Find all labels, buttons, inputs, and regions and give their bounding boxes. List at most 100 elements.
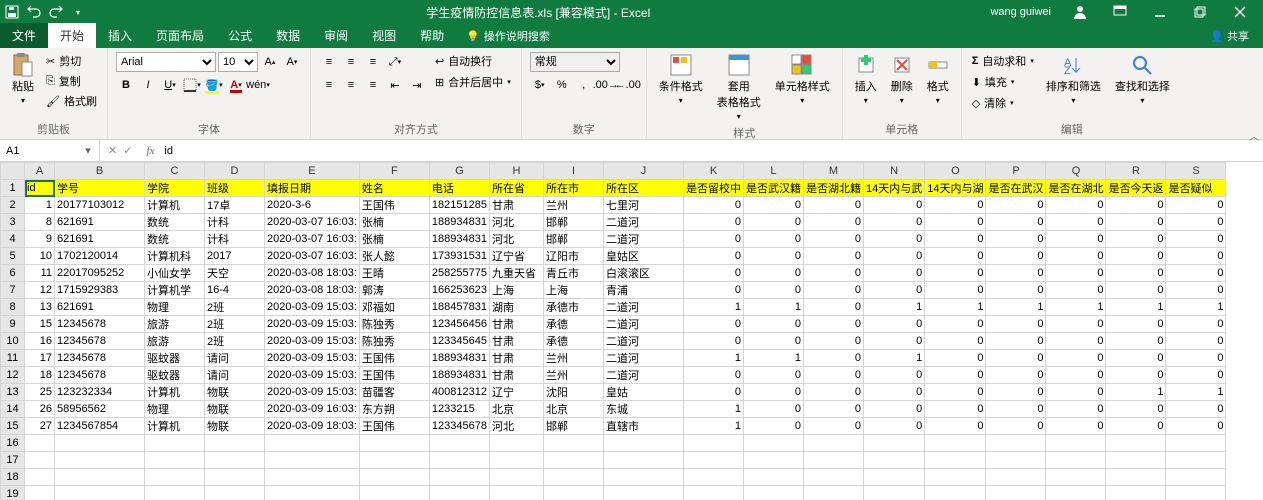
data-cell[interactable]: 188934831 (429, 367, 489, 384)
data-cell[interactable]: 12345678 (55, 333, 145, 350)
grow-font-button[interactable]: A▴ (260, 52, 280, 72)
header-cell[interactable]: 是否在武汉 (986, 180, 1046, 197)
data-cell[interactable]: 0 (1166, 418, 1226, 435)
data-cell[interactable]: 0 (1046, 367, 1106, 384)
data-cell[interactable]: 188934831 (429, 350, 489, 367)
minimize-icon[interactable] (1141, 0, 1179, 24)
italic-button[interactable]: I (138, 75, 158, 95)
data-cell[interactable]: 0 (1106, 401, 1166, 418)
empty-cell[interactable] (55, 486, 145, 500)
column-header[interactable]: I (543, 163, 603, 180)
data-cell[interactable]: 0 (1166, 197, 1226, 214)
empty-cell[interactable] (25, 435, 55, 452)
empty-cell[interactable] (1106, 435, 1166, 452)
column-header[interactable]: S (1166, 163, 1226, 180)
empty-cell[interactable] (1166, 469, 1226, 486)
data-cell[interactable]: 0 (925, 282, 986, 299)
data-cell[interactable]: 0 (803, 350, 863, 367)
data-cell[interactable]: 0 (925, 418, 986, 435)
empty-cell[interactable] (683, 469, 743, 486)
data-cell[interactable]: 张楠 (359, 231, 429, 248)
indent-increase-button[interactable]: ⇥ (407, 75, 427, 95)
data-cell[interactable]: 0 (803, 248, 863, 265)
data-cell[interactable]: 0 (683, 197, 743, 214)
column-header[interactable]: H (489, 163, 543, 180)
data-cell[interactable]: 王国伟 (359, 418, 429, 435)
fill-color-button[interactable]: 🪣▾ (204, 75, 224, 95)
merge-center-button[interactable]: ⊞合并后居中▾ (433, 73, 513, 91)
empty-cell[interactable] (543, 435, 603, 452)
align-right-button[interactable]: ≡ (363, 75, 383, 95)
data-cell[interactable]: 张楠 (359, 214, 429, 231)
orientation-button[interactable]: ⤢▾ (385, 52, 405, 72)
row-header[interactable]: 17 (1, 452, 25, 469)
data-cell[interactable]: 王国伟 (359, 367, 429, 384)
data-cell[interactable]: 0 (1166, 231, 1226, 248)
data-cell[interactable]: 0 (803, 333, 863, 350)
data-cell[interactable]: 0 (803, 197, 863, 214)
data-cell[interactable]: 驱蚊器 (145, 367, 205, 384)
data-cell[interactable]: 甘肃 (489, 316, 543, 333)
data-cell[interactable]: 1715929383 (55, 282, 145, 299)
data-cell[interactable]: 1 (743, 299, 803, 316)
data-cell[interactable]: 12 (25, 282, 55, 299)
empty-cell[interactable] (205, 469, 265, 486)
row-header[interactable]: 2 (1, 197, 25, 214)
tab-view[interactable]: 视图 (360, 23, 408, 48)
data-cell[interactable]: 陈独秀 (359, 333, 429, 350)
font-name-select[interactable]: Arial (116, 52, 216, 72)
data-cell[interactable]: 0 (683, 384, 743, 401)
data-cell[interactable]: 辽阳市 (543, 248, 603, 265)
data-cell[interactable]: 0 (683, 231, 743, 248)
data-cell[interactable]: 1 (986, 299, 1046, 316)
tab-home[interactable]: 开始 (48, 23, 96, 48)
data-cell[interactable]: 河北 (489, 418, 543, 435)
data-cell[interactable]: 0 (743, 197, 803, 214)
data-cell[interactable]: 0 (1166, 316, 1226, 333)
formula-bar[interactable] (160, 145, 1263, 157)
data-cell[interactable]: 0 (986, 316, 1046, 333)
row-header[interactable]: 8 (1, 299, 25, 316)
empty-cell[interactable] (265, 486, 360, 500)
data-cell[interactable]: 2020-03-09 15:03: (265, 316, 360, 333)
data-cell[interactable]: 20177103012 (55, 197, 145, 214)
align-top-button[interactable]: ≡ (319, 52, 339, 72)
data-cell[interactable]: 驱蚊器 (145, 350, 205, 367)
data-cell[interactable]: 1 (1106, 299, 1166, 316)
data-cell[interactable]: 1 (1106, 384, 1166, 401)
empty-cell[interactable] (429, 486, 489, 500)
empty-cell[interactable] (1166, 486, 1226, 500)
data-cell[interactable]: 10 (25, 248, 55, 265)
data-cell[interactable]: 皇姑区 (603, 248, 683, 265)
data-cell[interactable]: 188457831 (429, 299, 489, 316)
fx-icon[interactable]: fx (140, 145, 160, 157)
data-cell[interactable]: 2020-03-09 15:03: (265, 350, 360, 367)
share-button[interactable]: 👤 共享 (1196, 24, 1263, 48)
data-cell[interactable]: 0 (863, 418, 924, 435)
column-header[interactable]: R (1106, 163, 1166, 180)
data-cell[interactable]: 0 (1046, 401, 1106, 418)
header-cell[interactable]: 填报日期 (265, 180, 360, 197)
column-header[interactable]: P (986, 163, 1046, 180)
row-header[interactable]: 14 (1, 401, 25, 418)
number-format-select[interactable]: 常规 (530, 52, 620, 72)
select-all-corner[interactable] (1, 163, 25, 180)
data-cell[interactable]: 0 (986, 350, 1046, 367)
data-cell[interactable]: 1 (925, 299, 986, 316)
data-cell[interactable]: 计算机 (145, 197, 205, 214)
data-cell[interactable]: 0 (1166, 282, 1226, 299)
align-middle-button[interactable]: ≡ (341, 52, 361, 72)
empty-cell[interactable] (543, 486, 603, 500)
empty-cell[interactable] (145, 452, 205, 469)
data-cell[interactable]: 0 (743, 333, 803, 350)
data-cell[interactable]: 0 (1046, 350, 1106, 367)
data-cell[interactable]: 12345678 (55, 350, 145, 367)
data-cell[interactable]: 2020-03-09 18:03: (265, 418, 360, 435)
data-cell[interactable]: 0 (925, 316, 986, 333)
row-header[interactable]: 12 (1, 367, 25, 384)
sort-filter-button[interactable]: AZ排序和筛选▾ (1042, 52, 1105, 107)
data-cell[interactable]: 旅游 (145, 333, 205, 350)
data-cell[interactable]: 123232334 (55, 384, 145, 401)
data-cell[interactable]: 0 (986, 384, 1046, 401)
data-cell[interactable]: 辽宁 (489, 384, 543, 401)
